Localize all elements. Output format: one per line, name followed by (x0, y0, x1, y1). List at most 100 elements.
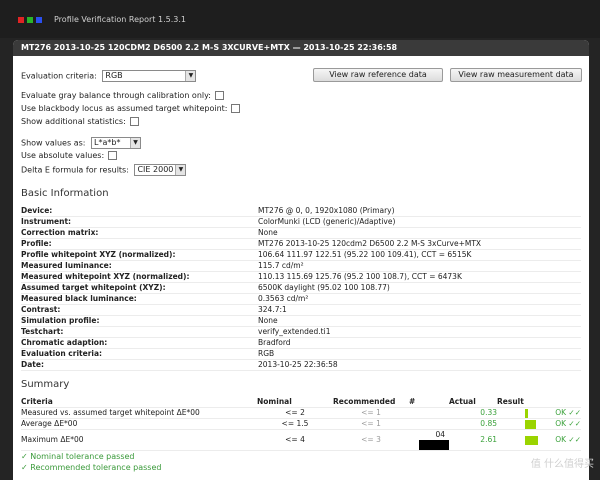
info-row: Testchart: verify_extended.ti1 (21, 326, 581, 338)
summary-heading: Summary (21, 379, 70, 390)
info-key: Assumed target whitepoint (XYZ): (21, 282, 258, 294)
info-key: Correction matrix: (21, 227, 258, 239)
info-row: Instrument: ColorMunki (LCD (generic)/Ada… (21, 216, 581, 228)
additional-stats-row: Show additional statistics: (21, 116, 139, 128)
info-row: Profile: MT276 2013-10-25 120cdm2 D6500 2… (21, 238, 581, 250)
summary-number (409, 407, 449, 419)
summary-number: 04 (409, 429, 449, 451)
summary-criteria: Average ΔE*00 (21, 418, 257, 430)
info-key: Profile whitepoint XYZ (normalized): (21, 249, 258, 261)
show-values-row: Show values as: L*a*b* ▼ (21, 137, 142, 149)
number-header: # (409, 397, 449, 408)
patch-swatch (419, 440, 449, 450)
blackbody-checkbox[interactable] (231, 104, 241, 113)
evaluation-criteria-label: Evaluation criteria: (21, 71, 97, 81)
info-key: Contrast: (21, 304, 258, 316)
info-row: Date: 2013-10-25 22:36:58 (21, 359, 581, 371)
blackbody-label: Use blackbody locus as assumed target wh… (21, 104, 228, 113)
delta-e-row: Delta E formula for results: CIE 2000 ▼ (21, 164, 187, 176)
info-key: Instrument: (21, 216, 258, 228)
info-key: Chromatic adaption: (21, 337, 258, 349)
info-value: Bradford (258, 337, 581, 349)
info-value: MT276 @ 0, 0, 1920x1080 (Primary) (258, 206, 581, 217)
info-value: 0.3563 cd/m² (258, 293, 581, 305)
summary-row: Measured vs. assumed target whitepoint Δ… (21, 407, 581, 419)
criteria-header: Criteria (21, 397, 257, 408)
summary-nominal: <= 4 (257, 429, 333, 451)
basic-info-table: Device: MT276 @ 0, 0, 1920x1080 (Primary)… (21, 206, 581, 371)
gray-balance-label: Evaluate gray balance through calibratio… (21, 91, 211, 100)
absolute-values-row: Use absolute values: (21, 150, 118, 162)
app-title: Profile Verification Report 1.5.3.1 (54, 15, 186, 24)
info-value: 2013-10-25 22:36:58 (258, 359, 581, 371)
report-title: MT276 2013-10-25 120CDM2 D6500 2.2 M-S 3… (13, 40, 589, 56)
delta-e-value: CIE 2000 (137, 165, 174, 174)
recommended-header: Recommended (333, 397, 409, 408)
absolute-values-checkbox[interactable] (108, 151, 118, 160)
additional-stats-label: Show additional statistics: (21, 117, 126, 126)
result-header: Result (497, 397, 581, 408)
red-square-icon (18, 17, 24, 23)
info-row: Simulation profile: None (21, 315, 581, 327)
info-value: verify_extended.ti1 (258, 326, 581, 338)
summary-actual: 0.33 (449, 407, 497, 419)
summary-recommended: <= 1 (333, 407, 409, 419)
chevron-down-icon: ▼ (185, 71, 196, 81)
info-value: 115.7 cd/m² (258, 260, 581, 272)
result-bar (525, 435, 539, 445)
watermark: 值 什么值得买 (530, 459, 594, 470)
report-panel: MT276 2013-10-25 120CDM2 D6500 2.2 M-S 3… (13, 40, 589, 480)
info-row: Assumed target whitepoint (XYZ): 6500K da… (21, 282, 581, 294)
info-row: Correction matrix: None (21, 227, 581, 239)
result-text: OK ✓✓ (555, 408, 581, 417)
show-values-select[interactable]: L*a*b* ▼ (91, 137, 142, 149)
summary-actual: 2.61 (449, 429, 497, 451)
info-key: Date: (21, 359, 258, 371)
summary-table: Criteria Nominal Recommended # Actual Re… (21, 397, 581, 451)
show-values-value: L*a*b* (94, 138, 121, 147)
view-raw-measurement-button[interactable]: View raw measurement data (450, 68, 582, 82)
info-value: ColorMunki (LCD (generic)/Adaptive) (258, 216, 581, 228)
info-value: None (258, 315, 581, 327)
summary-number (409, 418, 449, 430)
result-text: OK ✓✓ (555, 419, 581, 428)
summary-actual: 0.85 (449, 418, 497, 430)
info-row: Device: MT276 @ 0, 0, 1920x1080 (Primary) (21, 206, 581, 217)
summary-row: Maximum ΔE*00 <= 4 <= 3 04 2.61 OK ✓✓ (21, 429, 581, 451)
gray-balance-checkbox[interactable] (214, 91, 224, 100)
info-value: 6500K daylight (95.02 100 108.77) (258, 282, 581, 294)
evaluation-criteria-select[interactable]: RGB ▼ (102, 70, 197, 82)
result-text: OK ✓✓ (555, 435, 581, 444)
info-key: Device: (21, 206, 258, 217)
summary-recommended: <= 3 (333, 429, 409, 451)
summary-nominal: <= 1.5 (257, 418, 333, 430)
additional-stats-checkbox[interactable] (129, 117, 139, 126)
info-key: Evaluation criteria: (21, 348, 258, 360)
info-row: Profile whitepoint XYZ (normalized): 106.… (21, 249, 581, 261)
summary-criteria: Maximum ΔE*00 (21, 429, 257, 451)
summary-nominal: <= 2 (257, 407, 333, 419)
evaluation-criteria-row: Evaluation criteria: RGB ▼ (21, 70, 197, 82)
info-value: RGB (258, 348, 581, 360)
info-row: Chromatic adaption: Bradford (21, 337, 581, 349)
summary-recommended: <= 1 (333, 418, 409, 430)
info-key: Measured whitepoint XYZ (normalized): (21, 271, 258, 283)
actual-header: Actual (449, 397, 497, 408)
summary-header-row: Criteria Nominal Recommended # Actual Re… (21, 397, 581, 408)
info-value: MT276 2013-10-25 120cdm2 D6500 2.2 M-S 3… (258, 238, 581, 250)
summary-result: OK ✓✓ (497, 407, 581, 419)
view-raw-reference-button[interactable]: View raw reference data (313, 68, 443, 82)
result-bar (525, 408, 529, 418)
info-row: Measured black luminance: 0.3563 cd/m² (21, 293, 581, 305)
recommended-passed-text: ✓ Recommended tolerance passed (21, 463, 162, 472)
info-value: 324.7:1 (258, 304, 581, 316)
chevron-down-icon: ▼ (175, 165, 186, 175)
show-values-label: Show values as: (21, 138, 86, 148)
info-key: Simulation profile: (21, 315, 258, 327)
app-titlebar: Profile Verification Report 1.5.3.1 (0, 0, 600, 38)
summary-criteria: Measured vs. assumed target whitepoint Δ… (21, 407, 257, 419)
blackbody-row: Use blackbody locus as assumed target wh… (21, 103, 241, 115)
nominal-header: Nominal (257, 397, 333, 408)
delta-e-select[interactable]: CIE 2000 ▼ (134, 164, 187, 176)
patch-number: 04 (435, 430, 445, 439)
